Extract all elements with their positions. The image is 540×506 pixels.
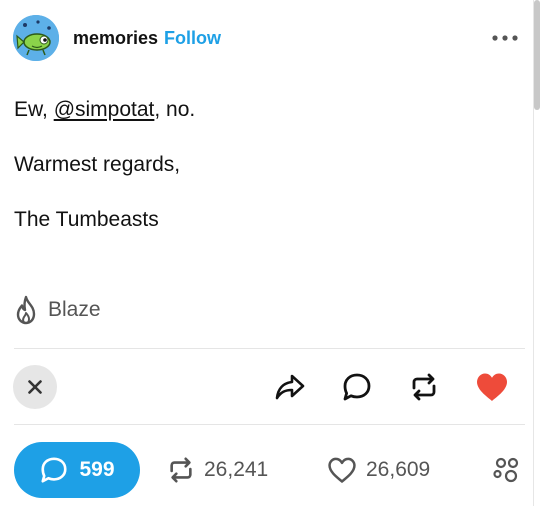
close-icon	[28, 380, 42, 394]
blaze-button[interactable]: Blaze	[12, 294, 101, 326]
post-header: memories Follow	[13, 14, 523, 62]
reply-button[interactable]	[337, 367, 377, 407]
reply-count: 599	[79, 458, 115, 481]
post-line-1: Ew, @simpotat, no.	[14, 94, 514, 125]
greeting-suffix: , no.	[154, 98, 196, 121]
comment-bubble-icon	[343, 373, 371, 401]
flame-icon	[16, 295, 36, 325]
blog-name[interactable]: memories	[73, 28, 158, 49]
replies-button[interactable]: 599	[14, 442, 140, 498]
share-button[interactable]	[270, 367, 310, 407]
share-arrow-icon	[275, 374, 305, 400]
post-line-2: Warmest regards,	[14, 153, 181, 176]
post-line-3: The Tumbeasts	[14, 208, 159, 231]
heart-icon	[477, 373, 507, 401]
comment-bubble-icon	[41, 457, 68, 483]
like-button[interactable]	[472, 367, 512, 407]
reblogs-stat[interactable]: 26,241	[166, 450, 268, 490]
post-body: Ew, @simpotat, no. Warmest regards, The …	[14, 94, 514, 259]
reblog-icon	[412, 373, 436, 401]
post-card: memories Follow Ew, @simpotat, no. Warme…	[0, 0, 540, 506]
scrollbar-thumb[interactable]	[534, 0, 540, 110]
mention-link[interactable]: @simpotat	[54, 98, 155, 121]
close-button[interactable]	[13, 365, 57, 409]
reactions-cluster-icon	[493, 457, 519, 483]
divider	[14, 424, 525, 425]
like-count: 26,609	[366, 458, 431, 481]
divider	[14, 348, 525, 349]
reblog-button[interactable]	[404, 367, 444, 407]
greeting-prefix: Ew,	[14, 98, 54, 121]
tumbeast-avatar-image	[13, 15, 59, 61]
avatar[interactable]	[13, 15, 59, 61]
blaze-label: Blaze	[48, 298, 101, 321]
follow-button[interactable]: Follow	[164, 28, 221, 49]
reblog-count: 26,241	[204, 458, 269, 481]
more-options-button[interactable]	[487, 24, 523, 52]
heart-outline-icon	[328, 457, 356, 483]
reactions-button[interactable]	[492, 450, 522, 490]
likes-stat[interactable]: 26,609	[326, 450, 430, 490]
more-horizontal-icon	[492, 35, 518, 41]
reblog-icon	[170, 457, 192, 483]
